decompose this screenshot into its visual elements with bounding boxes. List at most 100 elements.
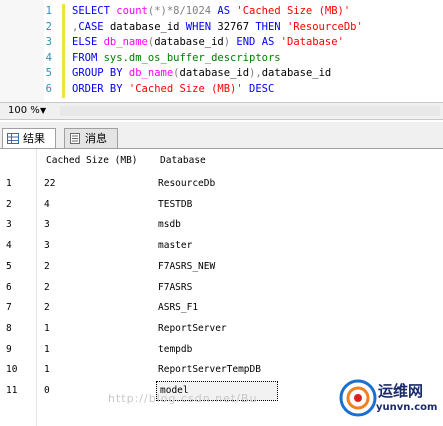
line-number: 3 [45,36,52,48]
horizontal-scrollbar[interactable] [60,106,440,116]
code-token: WHEN [185,20,218,33]
cell-cached-size[interactable]: 1 [44,360,144,380]
code-token: END AS [236,36,281,48]
cell-cached-size[interactable]: 22 [44,174,144,194]
cell-database[interactable]: ReportServerTempDB [158,360,318,380]
grid-icon [7,133,19,144]
line-number: 6 [45,82,52,95]
tab-results[interactable]: 结果 [2,128,56,148]
code-token: db_name [103,36,148,48]
table-row[interactable]: 9 1 tempdb [0,340,443,360]
row-number: 4 [6,240,12,252]
code-token: 'Cached Size (MB)' [236,5,351,17]
cell-cached-size[interactable]: 4 [44,195,144,215]
row-number: 9 [6,343,12,355]
cell-cached-size[interactable]: 2 [44,257,144,277]
code-token: 'Database' [280,36,344,48]
code-token: AS [217,5,237,17]
cell-database[interactable]: TESTDB [158,195,318,215]
row-number: 3 [6,219,12,231]
code-text: SELECT count(*)*8/1024 AS 'Cached Size (… [72,3,350,19]
cell-cached-size[interactable]: 3 [44,236,144,256]
line-number: 1 [45,5,52,17]
table-row[interactable]: 6 2 F7ASRS [0,278,443,298]
cell-database[interactable]: ReportServer [158,319,318,339]
code-token: SELECT [72,5,117,17]
code-token: FROM [72,51,104,64]
watermark-text: http://blog.csdn.net/Bu [108,392,258,405]
code-token: database_id [179,67,250,79]
row-number: 6 [6,281,12,293]
logo-en-text: yunvn.com [376,402,438,413]
table-row[interactable]: 3 3 msdb [0,215,443,235]
code-text: FROM sys.dm_os_buffer_descriptors [72,50,281,66]
row-number: 1 [6,178,12,189]
code-token: 'Cached Size (MB)' [128,82,250,95]
code-token: (*)*8/1024 [147,5,218,17]
code-text: GROUP BY db_name(database_id),database_i… [72,65,331,81]
row-number: 7 [6,302,12,314]
table-row[interactable]: 8 1 ReportServer [0,319,443,339]
cell-cached-size[interactable]: 3 [44,215,144,235]
code-text: ORDER BY 'Cached Size (MB)' DESC [72,81,274,97]
cell-cached-size[interactable]: 2 [44,278,144,298]
line-number: 4 [45,51,52,64]
cell-cached-size[interactable]: 1 [44,340,144,360]
code-token: ), [249,67,262,79]
cell-database[interactable]: ResourceDb [158,174,318,194]
zoom-bar: 100 % ▼ [0,102,443,120]
logo-cn-text: 运维网 [378,382,424,400]
code-line: 3 ELSE db_name(database_id) END AS 'Datab… [0,34,443,50]
code-token: ELSE [72,36,104,48]
code-token: database_id [261,67,332,79]
zoom-dropdown[interactable]: 100 % ▼ [2,104,56,118]
tab-messages-label: 消息 [85,132,107,145]
column-header-database[interactable]: Database [160,151,206,171]
code-token: database_id [154,36,224,48]
cell-database[interactable]: ASRS_F1 [158,298,318,318]
code-token: 32767 [217,20,256,33]
table-row[interactable]: 2 4 TESTDB [0,195,443,215]
tab-results-label: 结果 [23,132,45,145]
code-token: THEN [255,20,287,33]
table-row[interactable]: 5 2 F7ASRS_NEW [0,257,443,277]
row-number: 2 [6,198,12,210]
code-line: 1 SELECT count(*)*8/1024 AS 'Cached Size … [0,3,443,19]
code-text: ,CASE database_id WHEN 32767 THEN 'Resou… [72,19,363,35]
code-line: 4 FROM sys.dm_os_buffer_descriptors [0,50,443,66]
code-token: db_name [128,67,174,79]
chevron-down-icon: ▼ [40,106,47,115]
column-header-cached-size[interactable]: Cached Size (MB) [46,151,138,171]
cell-cached-size[interactable]: 1 [44,319,144,339]
code-token: ORDER BY [72,82,129,95]
code-token: ) [223,36,237,48]
cell-database[interactable]: master [158,236,318,256]
code-token: sys.dm_os_buffer_descriptors [103,51,281,64]
code-text: ELSE db_name(database_id) END AS 'Databa… [72,34,344,50]
cell-database[interactable]: msdb [158,215,318,235]
cell-cached-size[interactable]: 2 [44,298,144,318]
code-token: CASE [78,20,110,33]
code-token: 'ResourceDb' [286,20,363,33]
line-number: 2 [45,20,52,33]
code-line: 5 GROUP BY db_name(database_id),database_… [0,65,443,81]
results-tabbar: 结果 消息 [0,122,443,148]
code-token: GROUP BY [72,67,129,79]
query-editor[interactable]: 1 SELECT count(*)*8/1024 AS 'Cached Size … [0,0,443,102]
code-token: DESC [249,82,275,95]
cell-database[interactable]: F7ASRS [158,278,318,298]
message-icon [70,133,80,144]
cell-database[interactable]: tempdb [158,340,318,360]
code-token: count [116,5,148,17]
row-number: 11 [6,385,18,396]
table-row[interactable]: 4 3 master [0,236,443,256]
code-token: database_id [109,20,186,33]
table-row[interactable]: 1 22 ResourceDb [0,174,443,194]
row-number: 5 [6,260,12,272]
table-row[interactable]: 7 2 ASRS_F1 [0,298,443,318]
tab-messages[interactable]: 消息 [64,128,118,148]
line-number: 5 [45,67,52,79]
cell-database[interactable]: F7ASRS_NEW [158,257,318,277]
row-number: 8 [6,322,12,334]
row-number: 10 [6,364,18,376]
